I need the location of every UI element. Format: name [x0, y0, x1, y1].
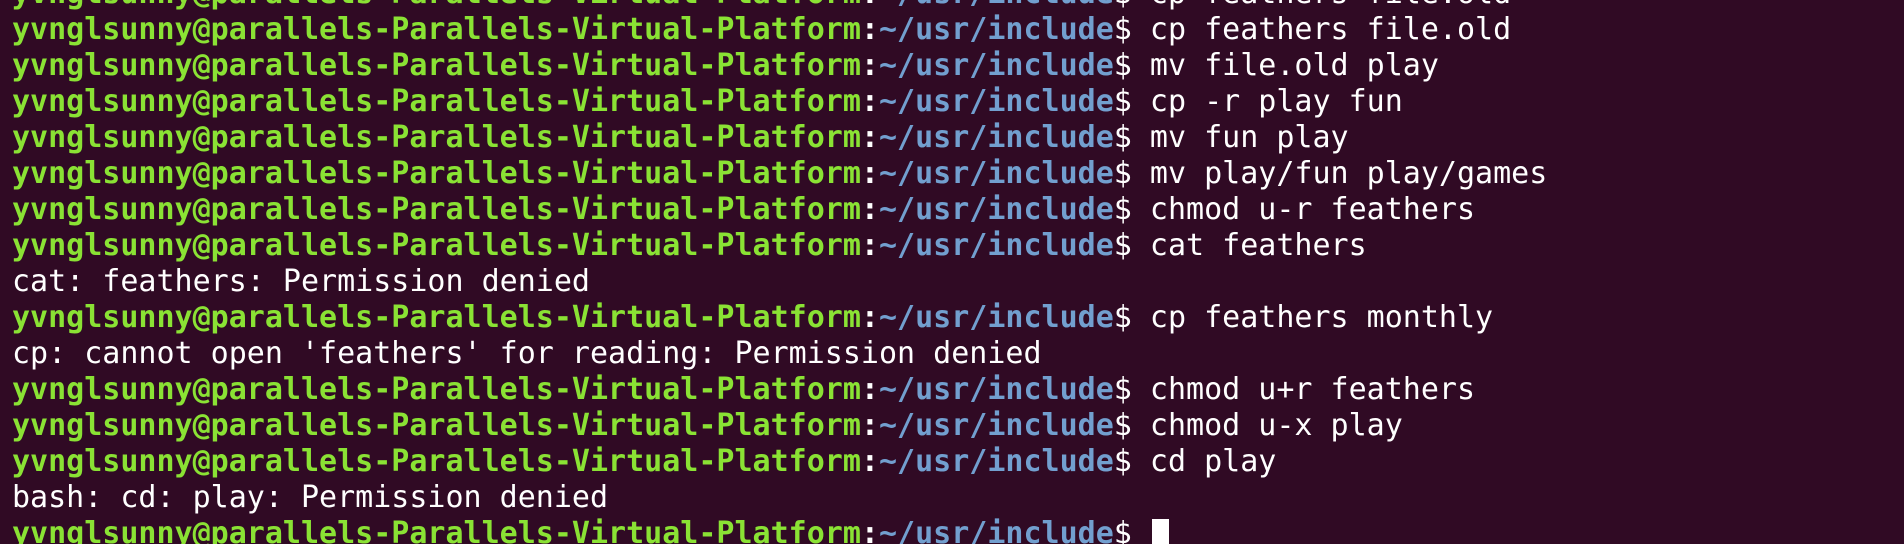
prompt-separator: :	[860, 444, 879, 479]
command-text: cd play	[1149, 444, 1277, 479]
terminal-window[interactable]: yvnglsunny@parallels-Parallels-Virtual-P…	[0, 0, 1904, 544]
prompt-user-host: yvnglsunny@parallels-Parallels-Virtual-P…	[12, 120, 861, 155]
prompt-path: ~/usr/include	[878, 408, 1114, 443]
command-text: cp feathers file.old	[1149, 12, 1512, 47]
output-line: cp: cannot open 'feathers' for reading: …	[12, 336, 1547, 372]
prompt-symbol: $	[1113, 48, 1150, 83]
prompt-path: ~/usr/include	[878, 516, 1114, 544]
prompt-path: ~/usr/include	[878, 156, 1114, 191]
prompt-user-host: yvnglsunny@parallels-Parallels-Virtual-P…	[12, 48, 861, 83]
prompt-line: yvnglsunny@parallels-Parallels-Virtual-P…	[12, 372, 1547, 408]
prompt-separator: :	[861, 0, 879, 11]
prompt-symbol: $	[1113, 516, 1150, 544]
prompt-line: yvnglsunny@parallels-Parallels-Virtual-P…	[12, 120, 1547, 156]
prompt-line: yvnglsunny@parallels-Parallels-Virtual-P…	[12, 12, 1547, 48]
prompt-separator: :	[860, 192, 879, 227]
prompt-separator: :	[860, 120, 879, 155]
prompt-symbol: $	[1113, 228, 1150, 263]
prompt-user-host: yvnglsunny@parallels-Parallels-Virtual-P…	[12, 156, 861, 191]
prompt-line: yvnglsunny@parallels-Parallels-Virtual-P…	[12, 516, 1547, 544]
prompt-path: ~/usr/include	[879, 0, 1114, 11]
prompt-line: yvnglsunny@parallels-Parallels-Virtual-P…	[12, 84, 1547, 120]
output-text: cp: cannot open 'feathers' for reading: …	[12, 336, 1042, 371]
prompt-line: yvnglsunny@parallels-Parallels-Virtual-P…	[12, 48, 1547, 84]
prompt-separator: :	[860, 516, 879, 544]
prompt-separator: :	[860, 84, 879, 119]
output-text: cat: feathers: Permission denied	[12, 264, 590, 299]
prompt-symbol: $	[1113, 120, 1150, 155]
prompt-user-host: yvnglsunny@parallels-Parallels-Virtual-P…	[12, 0, 861, 11]
command-text: mv fun play	[1149, 120, 1349, 155]
prompt-user-host: yvnglsunny@parallels-Parallels-Virtual-P…	[12, 444, 861, 479]
prompt-user-host: yvnglsunny@parallels-Parallels-Virtual-P…	[12, 300, 861, 335]
prompt-line: yvnglsunny@parallels-Parallels-Virtual-P…	[12, 156, 1547, 192]
prompt-user-host: yvnglsunny@parallels-Parallels-Virtual-P…	[12, 192, 861, 227]
output-text: bash: cd: play: Permission denied	[12, 480, 609, 515]
prompt-line: yvnglsunny@parallels-Parallels-Virtual-P…	[12, 444, 1547, 480]
prompt-user-host: yvnglsunny@parallels-Parallels-Virtual-P…	[12, 516, 861, 544]
prompt-user-host: yvnglsunny@parallels-Parallels-Virtual-P…	[12, 84, 861, 119]
prompt-symbol: $	[1113, 12, 1150, 47]
prompt-separator: :	[860, 48, 879, 83]
prompt-path: ~/usr/include	[878, 228, 1114, 263]
prompt-separator: :	[860, 12, 879, 47]
prompt-user-host: yvnglsunny@parallels-Parallels-Virtual-P…	[12, 228, 861, 263]
command-text: cp -r play fun	[1149, 84, 1403, 119]
output-line: bash: cd: play: Permission denied	[12, 480, 1547, 516]
prompt-path: ~/usr/include	[878, 12, 1114, 47]
prompt-line: yvnglsunny@parallels-Parallels-Virtual-P…	[12, 300, 1547, 336]
prompt-path: ~/usr/include	[878, 300, 1114, 335]
prompt-line: yvnglsunny@parallels-Parallels-Virtual-P…	[12, 192, 1547, 228]
command-text: mv play/fun play/games	[1149, 156, 1548, 191]
prompt-symbol: $	[1113, 372, 1150, 407]
command-text: mv file.old play	[1149, 48, 1439, 83]
prompt-symbol: $	[1113, 408, 1150, 443]
prompt-symbol: $	[1113, 192, 1150, 227]
prompt-separator: :	[860, 372, 879, 407]
command-text: cat feathers	[1149, 228, 1367, 263]
prompt-symbol: $	[1113, 84, 1150, 119]
prompt-user-host: yvnglsunny@parallels-Parallels-Virtual-P…	[12, 12, 861, 47]
prompt-separator: :	[860, 408, 879, 443]
prompt-path: ~/usr/include	[878, 372, 1114, 407]
prompt-separator: :	[860, 156, 879, 191]
prompt-symbol: $	[1113, 444, 1150, 479]
prompt-path: ~/usr/include	[878, 444, 1114, 479]
prompt-path: ~/usr/include	[878, 84, 1114, 119]
prompt-user-host: yvnglsunny@parallels-Parallels-Virtual-P…	[12, 372, 861, 407]
command-text: cp feathers file.old	[1150, 0, 1511, 11]
prompt-separator: :	[860, 300, 879, 335]
prompt-line: yvnglsunny@parallels-Parallels-Virtual-P…	[12, 408, 1547, 444]
prompt-separator: :	[860, 228, 879, 263]
command-text: chmod u-x play	[1149, 408, 1403, 443]
command-text: chmod u+r feathers	[1149, 372, 1476, 407]
command-text: cp feathers monthly	[1149, 300, 1494, 335]
prompt-path: ~/usr/include	[878, 48, 1114, 83]
prompt-line: yvnglsunny@parallels-Parallels-Virtual-P…	[12, 228, 1547, 264]
terminal-output: yvnglsunny@parallels-Parallels-Virtual-P…	[12, 0, 1547, 544]
prompt-path: ~/usr/include	[878, 120, 1114, 155]
prompt-symbol: $	[1113, 156, 1150, 191]
prompt-line: yvnglsunny@parallels-Parallels-Virtual-P…	[12, 0, 1547, 12]
command-text: chmod u-r feathers	[1149, 192, 1476, 227]
prompt-symbol: $	[1114, 0, 1150, 11]
prompt-symbol: $	[1113, 300, 1150, 335]
output-line: cat: feathers: Permission denied	[12, 264, 1547, 300]
text-cursor[interactable]	[1151, 518, 1169, 544]
prompt-path: ~/usr/include	[878, 192, 1114, 227]
prompt-user-host: yvnglsunny@parallels-Parallels-Virtual-P…	[12, 408, 861, 443]
